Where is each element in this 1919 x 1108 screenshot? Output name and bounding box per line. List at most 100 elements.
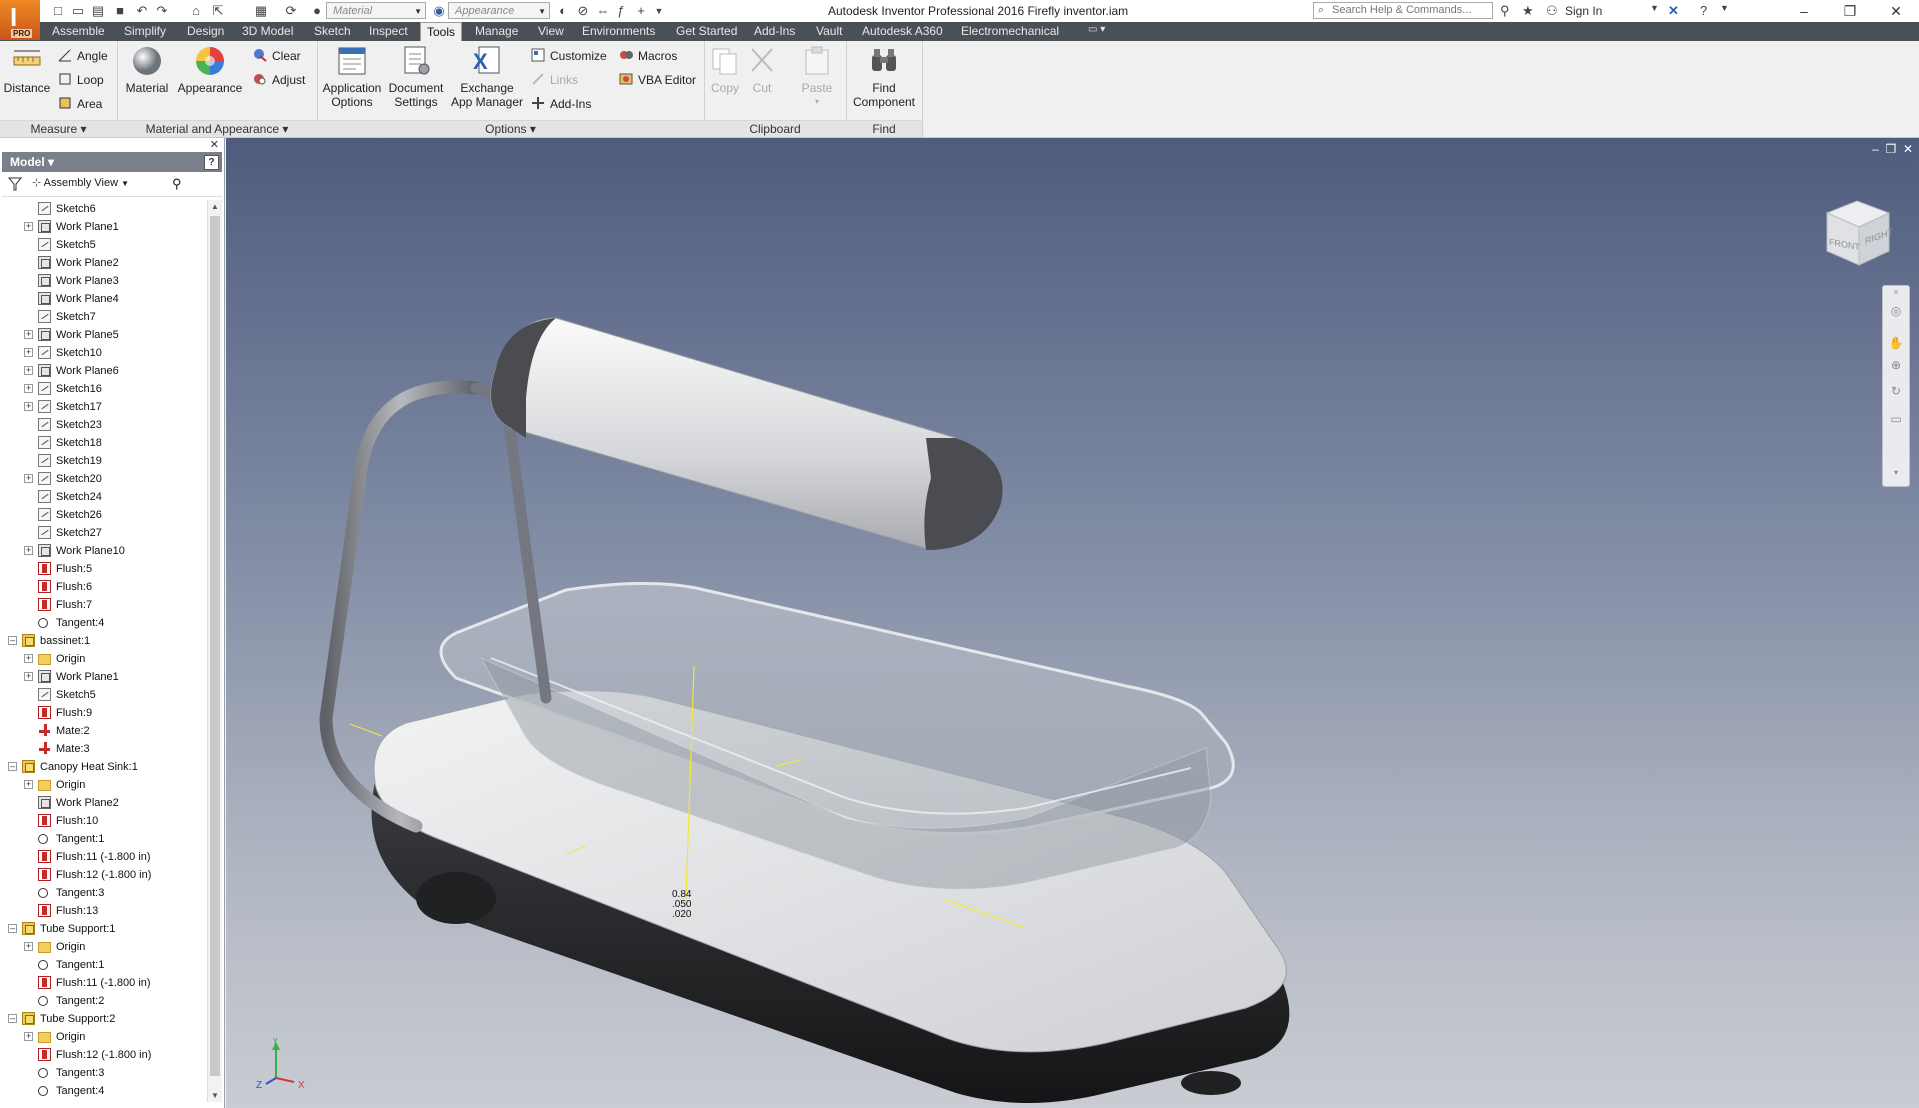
find-component-button[interactable]: Find Component (850, 45, 918, 109)
expand-icon[interactable]: + (24, 330, 33, 339)
tab-manage[interactable]: Manage (475, 24, 518, 38)
open-project-icon[interactable]: ▤ (90, 3, 106, 19)
scroll-down-icon[interactable]: ▼ (211, 1091, 219, 1100)
constraint-icon[interactable]: + (633, 3, 649, 19)
copy-button[interactable]: Copy (706, 45, 744, 95)
tab-inspect[interactable]: Inspect (369, 24, 408, 38)
customize-button[interactable]: Customize (531, 47, 607, 65)
restore-button[interactable]: ❐ (1827, 0, 1873, 22)
area-button[interactable]: Area (58, 95, 102, 113)
tab-design[interactable]: Design (187, 24, 224, 38)
add-ins-button[interactable]: Add-Ins (531, 95, 591, 113)
app-menu-button[interactable]: I PRO (0, 0, 40, 40)
viewcube[interactable]: FRONT RIGHT (1819, 193, 1899, 276)
expand-icon[interactable]: + (24, 402, 33, 411)
assembly-view-dropdown[interactable]: ⊹ Assembly View ▼ (32, 176, 129, 189)
expand-icon[interactable]: + (24, 942, 33, 951)
macros-button[interactable]: Macros (619, 47, 677, 65)
tab-sketch[interactable]: Sketch (314, 24, 351, 38)
tab-get-started[interactable]: Get Started (676, 24, 737, 38)
graphics-viewport[interactable]: – ❐ ✕ 0.84 .050 .020 FRONT RIGHT × ◎ ✋ ⊕… (226, 138, 1919, 1108)
navbar-close-icon[interactable]: × (1888, 288, 1904, 304)
expand-icon[interactable]: + (24, 780, 33, 789)
clear-override-icon[interactable]: ⊘ (575, 3, 591, 19)
navbar-customize-icon[interactable]: ▾ (1888, 468, 1904, 484)
material-appearance-panel-title[interactable]: Material and Appearance ▾ (117, 120, 317, 137)
options-panel-title[interactable]: Options ▾ (317, 120, 704, 137)
steering-wheel-icon[interactable]: ◎ (1888, 304, 1904, 320)
home-icon[interactable]: ⌂ (188, 3, 204, 19)
measure-panel-title[interactable]: Measure ▾ (0, 120, 117, 137)
redo-icon[interactable]: ↷ (154, 3, 170, 19)
adjust-icon[interactable]: ◐ (555, 3, 571, 19)
scroll-up-icon[interactable]: ▲ (211, 202, 219, 211)
appearance-combo[interactable]: Appearance ▼ (448, 2, 550, 19)
help-icon[interactable]: ? (1700, 3, 1707, 18)
expand-icon[interactable]: + (24, 366, 33, 375)
distance-button[interactable]: Distance (3, 45, 51, 95)
scroll-thumb[interactable] (210, 216, 220, 1076)
tab-vault[interactable]: Vault (816, 24, 842, 38)
qat-customize-icon[interactable]: ▼ (651, 3, 667, 19)
expand-icon[interactable]: + (24, 348, 33, 357)
vba-editor-button[interactable]: VBA Editor (619, 71, 696, 89)
open-file-icon[interactable]: ▭ (70, 3, 86, 19)
return-icon[interactable]: ⇱ (210, 3, 226, 19)
new-file-icon[interactable]: □ (50, 3, 66, 19)
tab-add-ins[interactable]: Add-Ins (754, 24, 795, 38)
update-icon[interactable]: ⟳ (283, 3, 299, 19)
appearance-ball-icon[interactable]: ● (309, 3, 325, 19)
expand-icon[interactable]: + (24, 222, 33, 231)
binoculars-icon[interactable]: ⚲ (1500, 3, 1510, 19)
paste-button[interactable]: Paste ▾ (796, 45, 838, 109)
look-at-icon[interactable]: ▭ (1888, 412, 1904, 428)
sign-in-dropdown-icon[interactable]: ▼ (1650, 3, 1659, 13)
search-input[interactable]: ⌕ Search Help & Commands... (1313, 2, 1493, 19)
tab-tools[interactable]: Tools (420, 22, 463, 41)
appearance-button[interactable]: Appearance (177, 45, 243, 95)
model-canvas[interactable] (226, 138, 1919, 1108)
application-options-button[interactable]: Application Options (321, 45, 383, 109)
sign-in-button[interactable]: Sign In (1565, 4, 1602, 18)
exchange-app-manager-button[interactable]: X Exchange App Manager (449, 45, 525, 109)
zoom-icon[interactable]: ⊕ (1888, 358, 1904, 374)
collapse-icon[interactable]: – (8, 924, 17, 933)
orbit-icon[interactable]: ↻ (1888, 384, 1904, 400)
material-button[interactable]: Material (121, 45, 173, 95)
collapse-icon[interactable]: – (8, 1014, 17, 1023)
ribbon-display-toggle-icon[interactable]: ▭ ▾ (1088, 24, 1105, 35)
tab-assemble[interactable]: Assemble (52, 24, 105, 38)
collapse-icon[interactable]: – (8, 762, 17, 771)
tab-view[interactable]: View (538, 24, 564, 38)
expand-icon[interactable]: + (24, 1032, 33, 1041)
loop-button[interactable]: Loop (58, 71, 104, 89)
save-icon[interactable]: ■ (112, 3, 128, 19)
expand-icon[interactable]: + (24, 546, 33, 555)
material-combo[interactable]: Material ▼ (326, 2, 426, 19)
angle-button[interactable]: Angle (58, 47, 108, 65)
filter-icon[interactable] (7, 177, 23, 194)
pan-hand-icon[interactable]: ✋ (1888, 336, 1904, 352)
measure-icon[interactable]: ⇔ (595, 3, 611, 19)
tab-autodesk-a360[interactable]: Autodesk A360 (862, 24, 943, 38)
favorites-star-icon[interactable]: ★ (1522, 3, 1534, 19)
tab-electromechanical[interactable]: Electromechanical (961, 24, 1059, 38)
expand-icon[interactable]: + (24, 474, 33, 483)
expand-icon[interactable]: + (24, 384, 33, 393)
adjust-button[interactable]: Adjust (253, 71, 305, 89)
select-icon[interactable]: ▦ (253, 3, 269, 19)
close-button[interactable]: ✕ (1873, 0, 1919, 22)
links-button[interactable]: Links (531, 71, 578, 89)
fx-icon[interactable]: ƒ (613, 3, 629, 19)
browser-help-icon[interactable]: ? (204, 155, 219, 170)
expand-icon[interactable]: + (24, 654, 33, 663)
minimize-button[interactable]: – (1781, 0, 1827, 22)
tab-simplify[interactable]: Simplify (124, 24, 166, 38)
browser-scrollbar[interactable]: ▲ ▼ (207, 200, 222, 1102)
help-dropdown-icon[interactable]: ▼ (1720, 3, 1729, 13)
tab-environments[interactable]: Environments (582, 24, 655, 38)
tab-3d-model[interactable]: 3D Model (242, 24, 293, 38)
clear-button[interactable]: Clear (253, 47, 301, 65)
find-in-browser-icon[interactable]: ⚲ (172, 176, 182, 192)
browser-close-icon[interactable]: ✕ (210, 138, 219, 151)
